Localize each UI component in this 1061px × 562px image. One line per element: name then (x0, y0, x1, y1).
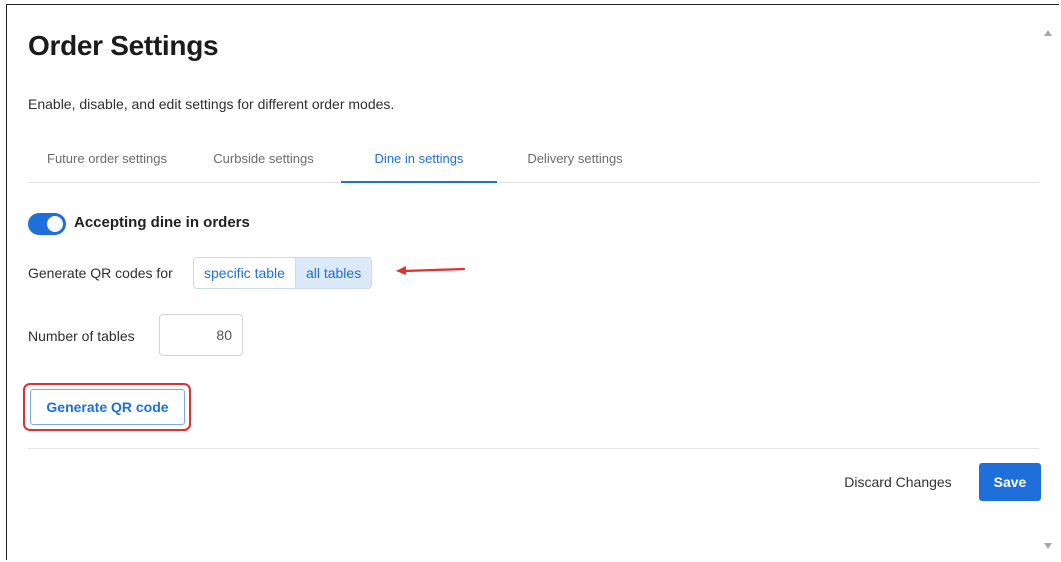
accepting-dine-in-label: Accepting dine in orders (74, 214, 250, 231)
arrow-left-icon (396, 266, 466, 275)
accepting-dine-in-toggle[interactable] (28, 213, 66, 235)
specific-table-option[interactable]: specific table (194, 258, 295, 288)
discard-changes-button[interactable]: Discard Changes (830, 464, 966, 500)
triangle-down-icon[interactable] (1042, 541, 1054, 551)
tab-curbside[interactable]: Curbside settings (186, 142, 341, 182)
number-of-tables-input[interactable] (159, 314, 243, 356)
toggle-knob (47, 216, 63, 232)
tab-delivery[interactable]: Delivery settings (497, 142, 653, 182)
number-of-tables-label: Number of tables (28, 328, 135, 344)
page-subtitle: Enable, disable, and edit settings for d… (28, 96, 395, 112)
footer-divider (28, 448, 1039, 449)
all-tables-option[interactable]: all tables (294, 258, 372, 288)
save-button[interactable]: Save (979, 463, 1041, 501)
page-title: Order Settings (28, 30, 219, 61)
triangle-up-icon[interactable] (1042, 28, 1054, 38)
qr-codes-label: Generate QR codes for (28, 265, 173, 281)
tab-bar: Future order settings Curbside settings … (28, 142, 1039, 183)
tab-future-order[interactable]: Future order settings (28, 142, 186, 182)
qr-scope-segmented-control: specific table all tables (193, 257, 373, 289)
generate-qr-code-button[interactable]: Generate QR code (30, 389, 185, 425)
tab-dine-in[interactable]: Dine in settings (341, 142, 497, 183)
